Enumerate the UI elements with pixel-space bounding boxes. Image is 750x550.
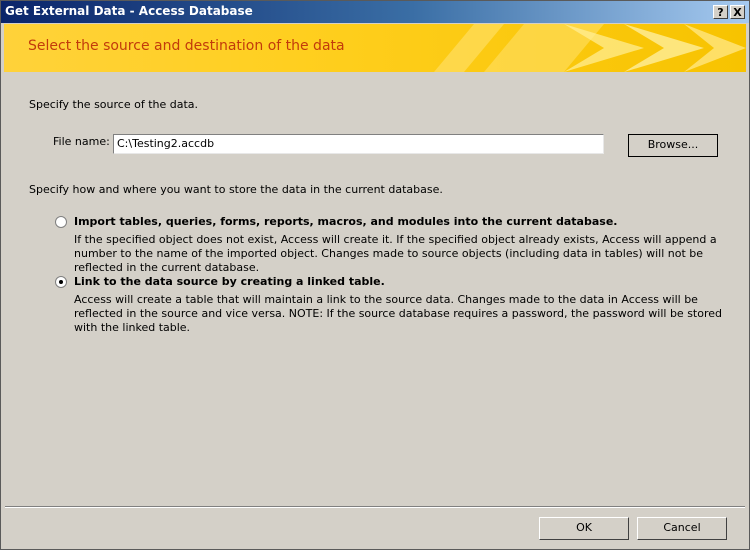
- file-name-label: File name:: [53, 135, 110, 148]
- link-radio[interactable]: [55, 276, 67, 288]
- ok-button[interactable]: OK: [539, 517, 629, 540]
- link-option-title[interactable]: Link to the data source by creating a li…: [74, 275, 385, 288]
- storage-prompt: Specify how and where you want to store …: [29, 183, 443, 196]
- link-option-description: Access will create a table that will mai…: [74, 293, 722, 334]
- title-bar[interactable]: Get External Data - Access Database ? X: [1, 1, 749, 23]
- footer-separator: [5, 506, 745, 508]
- file-name-input[interactable]: C:\Testing2.accdb: [113, 134, 604, 154]
- header-banner: Select the source and destination of the…: [4, 24, 746, 72]
- get-external-data-dialog: Get External Data - Access Database ? X …: [0, 0, 750, 550]
- banner-heading: Select the source and destination of the…: [28, 38, 345, 54]
- source-prompt: Specify the source of the data.: [29, 98, 199, 111]
- cancel-button[interactable]: Cancel: [637, 517, 727, 540]
- help-button[interactable]: ?: [713, 5, 728, 19]
- import-radio[interactable]: [55, 216, 67, 228]
- close-button[interactable]: X: [730, 5, 745, 19]
- import-option-description: If the specified object does not exist, …: [74, 233, 717, 274]
- browse-button[interactable]: Browse...: [628, 134, 718, 157]
- import-option-title[interactable]: Import tables, queries, forms, reports, …: [74, 215, 617, 228]
- window-title: Get External Data - Access Database: [5, 4, 253, 18]
